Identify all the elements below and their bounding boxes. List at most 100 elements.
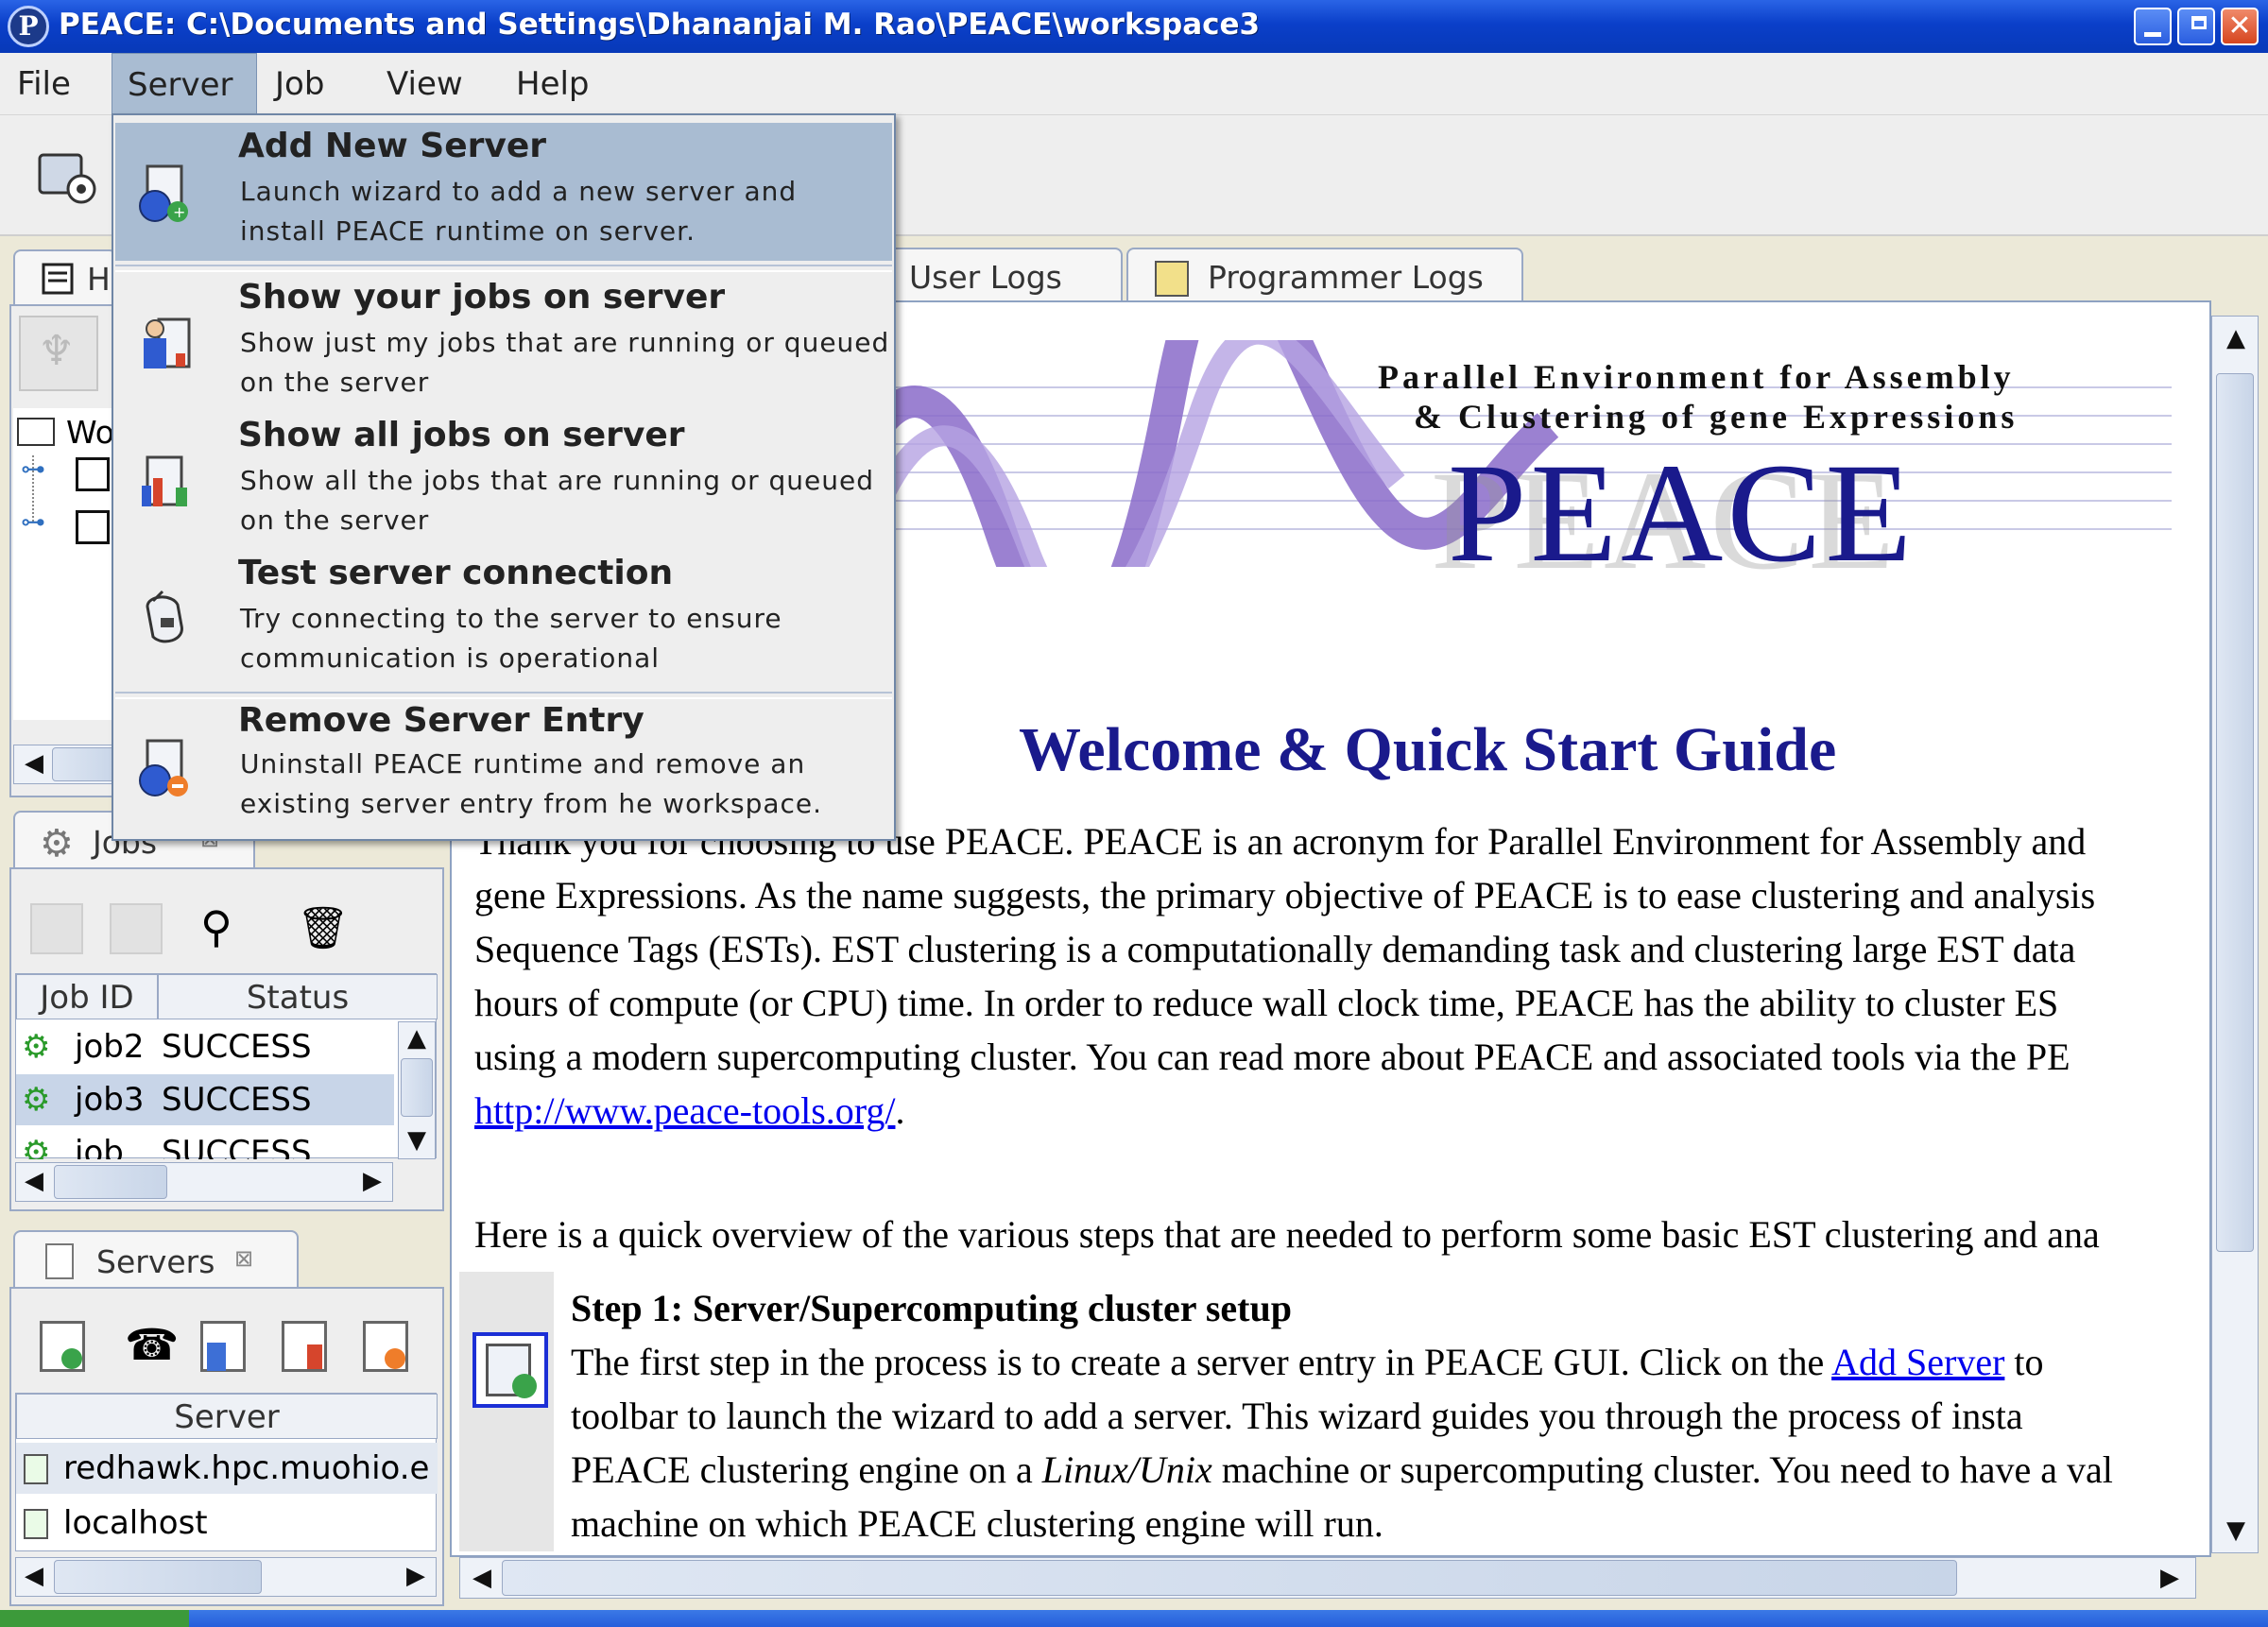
svg-text:+: +	[173, 203, 185, 221]
tab-servers[interactable]: Servers ⊠	[13, 1230, 299, 1289]
menu-server[interactable]: Server	[112, 53, 257, 115]
document-hscrollbar[interactable]: ◀ ▶	[459, 1557, 2196, 1599]
scroll-thumb[interactable]	[502, 1560, 1957, 1596]
table-row[interactable]: ⚙ job SUCCESS	[16, 1127, 394, 1159]
jobs-vscrollbar[interactable]: ▲ ▼	[398, 1021, 436, 1159]
job-details-icon[interactable]: ⚲	[200, 901, 232, 952]
remove-badge	[385, 1348, 405, 1369]
overview-line: Here is a quick overview of the various …	[474, 1213, 2100, 1256]
menu-item-desc: Try connecting to the server to ensure	[240, 603, 782, 634]
menu-file[interactable]: File	[2, 53, 86, 115]
tree-node-handle[interactable]: ⊶	[21, 508, 45, 537]
menu-view[interactable]: View	[371, 53, 478, 115]
remove-server-icon[interactable]	[363, 1321, 408, 1372]
table-row[interactable]: redhawk.hpc.muohio.e	[16, 1443, 438, 1494]
job-id-cell: job3	[75, 1081, 145, 1119]
menu-item-desc: Uninstall PEACE runtime and remove an	[240, 748, 806, 779]
step1-line: machine on which PEACE clustering engine…	[571, 1502, 1383, 1545]
tab-workspace[interactable]: H	[13, 249, 117, 306]
scroll-thumb[interactable]	[2216, 373, 2254, 1252]
column-job-id[interactable]: Job ID	[16, 974, 158, 1019]
scroll-right-icon[interactable]: ▶	[358, 1167, 387, 1195]
start-button[interactable]	[0, 1610, 189, 1627]
step1-emphasis: Linux/Unix	[1041, 1448, 1212, 1491]
add-server-icon[interactable]	[40, 1321, 85, 1372]
all-jobs-icon[interactable]	[282, 1321, 327, 1372]
job-success-icon: ⚙	[22, 1134, 51, 1159]
menu-item-desc: Show all the jobs that are running or qu…	[240, 465, 875, 496]
step1-line: toolbar to launch the wizard to add a se…	[571, 1395, 2023, 1437]
menu-item-show-all-jobs[interactable]: Show all jobs on server Show all the job…	[115, 412, 892, 550]
menu-item-remove-server-entry[interactable]: Remove Server Entry Uninstall PEACE runt…	[115, 701, 892, 839]
minimize-button[interactable]	[2134, 8, 2172, 45]
job-stats-button[interactable]	[30, 903, 83, 954]
close-button[interactable]: ✕	[2221, 8, 2259, 45]
menu-item-add-new-server[interactable]: + Add New Server Launch wizard to add a …	[115, 123, 892, 261]
menu-item-desc: communication is operational	[240, 642, 661, 674]
server-settings-icon[interactable]	[34, 142, 102, 210]
scroll-left-icon[interactable]: ◀	[468, 1564, 496, 1592]
scroll-thumb[interactable]	[52, 747, 118, 781]
servers-hscrollbar[interactable]: ◀ ▶	[15, 1557, 437, 1597]
scroll-down-icon[interactable]: ▼	[2220, 1516, 2252, 1545]
menu-item-show-your-jobs[interactable]: Show your jobs on server Show just my jo…	[115, 274, 892, 412]
scroll-left-icon[interactable]: ◀	[20, 1167, 48, 1195]
job-output-button[interactable]	[110, 903, 163, 954]
link-period: .	[895, 1089, 905, 1132]
scroll-thumb[interactable]	[54, 1165, 167, 1199]
workspace-tab-label: H	[87, 261, 111, 298]
scroll-up-icon[interactable]: ▲	[2220, 324, 2252, 352]
peace-tools-link[interactable]: http://www.peace-tools.org/	[474, 1089, 895, 1132]
menu-help[interactable]: Help	[501, 53, 605, 115]
tab-programmer-logs[interactable]: Programmer Logs	[1126, 248, 1523, 306]
step1-text: PEACE clustering engine on a	[571, 1448, 1042, 1491]
scroll-thumb[interactable]	[54, 1560, 262, 1594]
scroll-down-icon[interactable]: ▼	[403, 1126, 431, 1155]
app-icon: P	[8, 6, 49, 47]
user-logs-tab-label: User Logs	[909, 259, 1062, 296]
gear-icon: ⚙	[40, 822, 74, 865]
intro-line: Sequence Tags (ESTs). EST clustering is …	[474, 928, 2076, 970]
test-connection-icon[interactable]: ☎	[125, 1319, 179, 1370]
scroll-right-icon[interactable]: ▶	[2156, 1564, 2184, 1592]
column-status[interactable]: Status	[158, 974, 438, 1019]
add-server-icon: +	[139, 164, 188, 222]
jobs-table[interactable]: Job ID Status ⚙ job2 SUCCESS ⚙ job3 SUCC…	[15, 973, 438, 1159]
test-connection-icon	[146, 590, 183, 643]
table-row[interactable]: localhost	[16, 1498, 438, 1549]
scroll-right-icon[interactable]: ▶	[402, 1562, 430, 1590]
menu-separator	[115, 265, 892, 272]
scroll-up-icon[interactable]: ▲	[403, 1024, 431, 1053]
jobs-hscrollbar[interactable]: ◀ ▶	[15, 1162, 393, 1202]
column-server[interactable]: Server	[16, 1394, 438, 1439]
scroll-thumb[interactable]	[401, 1058, 433, 1117]
window-titlebar[interactable]: P PEACE: C:\Documents and Settings\Dhana…	[0, 0, 2268, 53]
server-icon	[24, 1509, 48, 1539]
scroll-left-icon[interactable]: ◀	[20, 1562, 48, 1590]
maximize-button[interactable]	[2177, 8, 2215, 45]
trash-icon[interactable]: 🗑	[297, 903, 350, 952]
folder-icon	[17, 418, 55, 446]
scroll-left-icon[interactable]: ◀	[20, 749, 48, 778]
user-jobs-icon[interactable]	[200, 1321, 246, 1372]
tree-node-handle[interactable]: ⊶	[21, 455, 45, 484]
restore-icon	[2191, 16, 2207, 29]
add-server-step-icon[interactable]	[472, 1332, 548, 1408]
menu-item-test-server-connection[interactable]: Test server connection Try connecting to…	[115, 550, 892, 688]
step1-text: machine or supercomputing cluster. You n…	[1211, 1448, 2113, 1491]
close-tab-icon[interactable]: ⊠	[234, 1245, 253, 1272]
menu-job[interactable]: Job	[260, 53, 339, 115]
step1-title: Step 1: Server/Supercomputing cluster se…	[571, 1287, 1292, 1329]
document-vscrollbar[interactable]: ▲ ▼	[2211, 316, 2259, 1553]
taskbar	[0, 1610, 2268, 1627]
servers-table[interactable]: Server redhawk.hpc.muohio.e localhost	[15, 1393, 438, 1551]
table-row[interactable]: ⚙ job2 SUCCESS	[16, 1021, 394, 1072]
menu-item-desc: on the server	[240, 505, 430, 536]
workspace-tool-button[interactable]: ♆	[19, 316, 98, 391]
job-status-cell: SUCCESS	[162, 1081, 312, 1119]
programmer-logs-icon	[1155, 261, 1189, 297]
table-row[interactable]: ⚙ job3 SUCCESS	[16, 1074, 394, 1125]
job-id-cell: job2	[75, 1028, 145, 1066]
job-id-cell: job	[75, 1134, 124, 1159]
add-server-link[interactable]: Add Server	[1831, 1341, 2004, 1383]
